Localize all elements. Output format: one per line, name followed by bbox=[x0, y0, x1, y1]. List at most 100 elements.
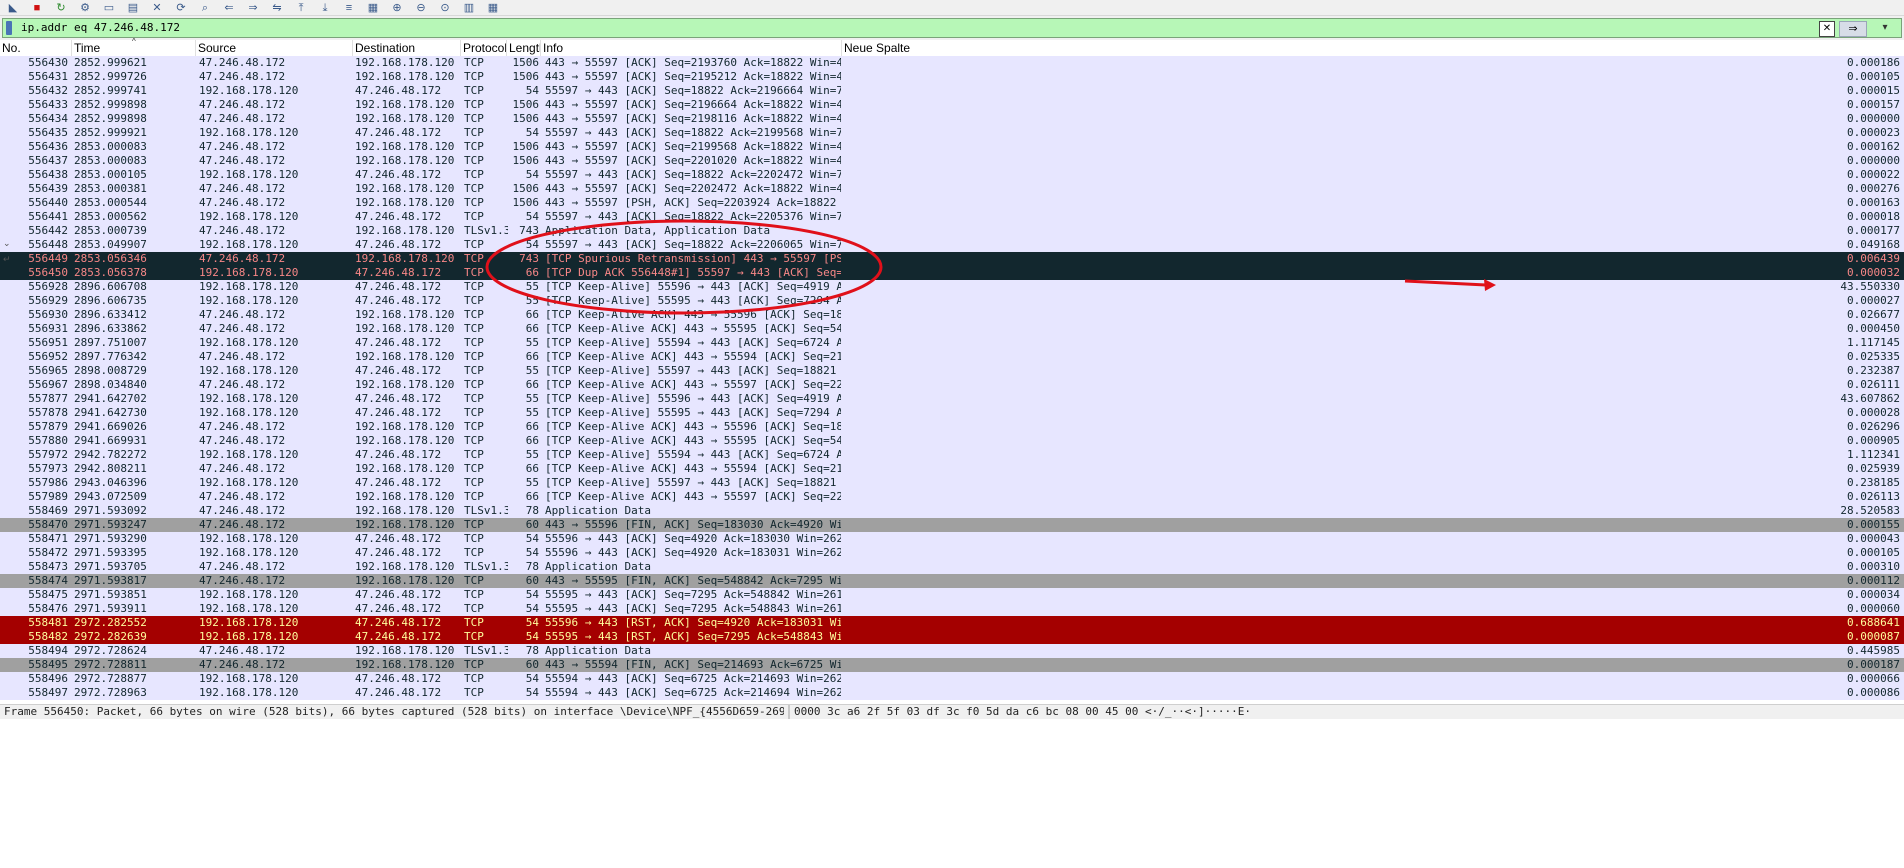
column-header-neue-spalte[interactable]: Neue Spalte bbox=[842, 40, 1904, 56]
first-icon[interactable]: ⤒ bbox=[292, 1, 310, 15]
packet-row[interactable]: 556433 2852.999898 47.246.48.172 192.168.17… bbox=[0, 98, 1904, 112]
packet-row[interactable]: 557972 2942.782272 192.168.178.120 47.246.4… bbox=[0, 448, 1904, 462]
column-header-source[interactable]: Source bbox=[196, 40, 353, 56]
layout-icon[interactable]: ▦ bbox=[484, 1, 502, 15]
open-icon[interactable]: ▭ bbox=[100, 1, 118, 15]
packet-row[interactable]: 556431 2852.999726 47.246.48.172 192.168.17… bbox=[0, 70, 1904, 84]
packet-row[interactable]: 556450 2853.056378 192.168.178.120 47.246.4… bbox=[0, 266, 1904, 280]
sort-ascending-icon: ^ bbox=[132, 37, 136, 46]
colorize-icon[interactable]: ▦ bbox=[364, 1, 382, 15]
restart-icon[interactable]: ↻ bbox=[52, 1, 70, 15]
cell-length: 66 bbox=[525, 420, 539, 433]
column-header-no[interactable]: No. bbox=[0, 40, 72, 56]
cell-time: 2971.593395 bbox=[74, 546, 147, 559]
packet-row[interactable]: 558475 2971.593851 192.168.178.120 47.246.4… bbox=[0, 588, 1904, 602]
autoscroll-icon[interactable]: ≡ bbox=[340, 1, 358, 15]
zoom-reset-icon[interactable]: ⊙ bbox=[436, 1, 454, 15]
close-file-icon[interactable]: ✕ bbox=[148, 1, 166, 15]
display-filter-text[interactable]: ip.addr eq 47.246.48.172 bbox=[21, 21, 180, 35]
packet-row[interactable]: 558473 2971.593705 47.246.48.172 192.168.17… bbox=[0, 560, 1904, 574]
packet-row[interactable]: 558495 2972.728811 47.246.48.172 192.168.17… bbox=[0, 658, 1904, 672]
packet-row[interactable]: 558496 2972.728877 192.168.178.120 47.246.4… bbox=[0, 672, 1904, 686]
packet-row[interactable]: 556965 2898.008729 192.168.178.120 47.246.4… bbox=[0, 364, 1904, 378]
packet-row[interactable]: 556438 2853.000105 192.168.178.120 47.246.4… bbox=[0, 168, 1904, 182]
zoom-out-icon[interactable]: ⊖ bbox=[412, 1, 430, 15]
packet-row[interactable]: 556439 2853.000381 47.246.48.172 192.168.17… bbox=[0, 182, 1904, 196]
reload-icon[interactable]: ⟳ bbox=[172, 1, 190, 15]
cell-destination: 47.246.48.172 bbox=[355, 602, 442, 615]
cell-length: 54 bbox=[525, 616, 539, 629]
save-icon[interactable]: ▤ bbox=[124, 1, 142, 15]
packet-row[interactable]: 558474 2971.593817 47.246.48.172 192.168.17… bbox=[0, 574, 1904, 588]
zoom-in-icon[interactable]: ⊕ bbox=[388, 1, 406, 15]
packet-row[interactable]: 556442 2853.000739 47.246.48.172 192.168.17… bbox=[0, 224, 1904, 238]
packet-row[interactable]: 556929 2896.606735 192.168.178.120 47.246.4… bbox=[0, 294, 1904, 308]
cell-no: 556431 bbox=[28, 70, 68, 83]
packet-row[interactable]: 556441 2853.000562 192.168.178.120 47.246.4… bbox=[0, 210, 1904, 224]
packet-row[interactable]: 556434 2852.999898 47.246.48.172 192.168.17… bbox=[0, 112, 1904, 126]
packet-row[interactable]: 558471 2971.593290 192.168.178.120 47.246.4… bbox=[0, 532, 1904, 546]
cell-protocol: TCP bbox=[464, 112, 484, 125]
filter-bookmark-icon[interactable] bbox=[6, 21, 12, 35]
cell-length: 54 bbox=[525, 588, 539, 601]
packet-row[interactable]: 556951 2897.751007 192.168.178.120 47.246.4… bbox=[0, 336, 1904, 350]
packet-row[interactable]: 557880 2941.669931 47.246.48.172 192.168.17… bbox=[0, 434, 1904, 448]
shark-fin-icon[interactable]: ◣ bbox=[4, 1, 22, 15]
packet-row[interactable]: 558469 2971.593092 47.246.48.172 192.168.17… bbox=[0, 504, 1904, 518]
forward-icon[interactable]: ⇒ bbox=[244, 1, 262, 15]
last-icon[interactable]: ⤓ bbox=[316, 1, 334, 15]
packet-row[interactable]: 557986 2943.046396 192.168.178.120 47.246.4… bbox=[0, 476, 1904, 490]
column-header-destination[interactable]: Destination bbox=[353, 40, 461, 56]
cell-time: 2972.728811 bbox=[74, 658, 147, 671]
goto-icon[interactable]: ⇋ bbox=[268, 1, 286, 15]
cell-info: 55597 → 443 [ACK] Seq=18822 Ack=2205376 … bbox=[545, 210, 841, 223]
packet-row[interactable]: 556967 2898.034840 47.246.48.172 192.168.17… bbox=[0, 378, 1904, 392]
clear-filter-icon[interactable]: ✕ bbox=[1819, 21, 1835, 37]
packet-row[interactable]: 558482 2972.282639 192.168.178.120 47.246.4… bbox=[0, 630, 1904, 644]
filter-history-dropdown-icon[interactable]: ▾ bbox=[1875, 21, 1895, 35]
cell-neue-spalte: 0.000018 bbox=[1847, 210, 1900, 223]
stop-icon[interactable]: ■ bbox=[28, 1, 46, 15]
packet-row[interactable]: 557879 2941.669026 47.246.48.172 192.168.17… bbox=[0, 420, 1904, 434]
packet-row[interactable]: 556436 2853.000083 47.246.48.172 192.168.17… bbox=[0, 140, 1904, 154]
packet-row[interactable]: 556432 2852.999741 192.168.178.120 47.246.4… bbox=[0, 84, 1904, 98]
packet-row[interactable]: 558497 2972.728963 192.168.178.120 47.246.4… bbox=[0, 686, 1904, 700]
packet-row[interactable]: 556440 2853.000544 47.246.48.172 192.168.17… bbox=[0, 196, 1904, 210]
column-header-info[interactable]: Info bbox=[541, 40, 842, 56]
cell-source: 192.168.178.120 bbox=[199, 602, 299, 615]
packet-row[interactable]: 557989 2943.072509 47.246.48.172 192.168.17… bbox=[0, 490, 1904, 504]
find-icon[interactable]: ⌕ bbox=[196, 1, 214, 15]
cell-protocol: TCP bbox=[464, 686, 484, 699]
options-icon[interactable]: ⚙ bbox=[76, 1, 94, 15]
packet-row[interactable]: 558494 2972.728624 47.246.48.172 192.168.17… bbox=[0, 644, 1904, 658]
cell-no: 556435 bbox=[28, 126, 68, 139]
packet-row[interactable]: 558472 2971.593395 192.168.178.120 47.246.4… bbox=[0, 546, 1904, 560]
packet-row[interactable]: 558476 2971.593911 192.168.178.120 47.246.4… bbox=[0, 602, 1904, 616]
pane-splitter[interactable] bbox=[788, 705, 790, 719]
cell-source: 47.246.48.172 bbox=[199, 560, 286, 573]
packet-row[interactable]: 558481 2972.282552 192.168.178.120 47.246.4… bbox=[0, 616, 1904, 630]
back-icon[interactable]: ⇐ bbox=[220, 1, 238, 15]
packet-row[interactable]: 557973 2942.808211 47.246.48.172 192.168.17… bbox=[0, 462, 1904, 476]
packet-row[interactable]: 557878 2941.642730 192.168.178.120 47.246.4… bbox=[0, 406, 1904, 420]
packet-list-header: No. Time ^ Source Destination Protocol L… bbox=[0, 37, 1904, 57]
packet-row[interactable]: 556437 2853.000083 47.246.48.172 192.168.17… bbox=[0, 154, 1904, 168]
apply-filter-button[interactable]: ⇒ bbox=[1839, 21, 1867, 37]
packet-row[interactable]: 556448 2853.049907 192.168.178.120 47.246.4… bbox=[0, 238, 1904, 252]
packet-row[interactable]: 558470 2971.593247 47.246.48.172 192.168.17… bbox=[0, 518, 1904, 532]
packet-row[interactable]: 556928 2896.606708 192.168.178.120 47.246.4… bbox=[0, 280, 1904, 294]
packet-row[interactable]: 556931 2896.633862 47.246.48.172 192.168.17… bbox=[0, 322, 1904, 336]
column-header-protocol[interactable]: Protocol bbox=[461, 40, 507, 56]
cell-info: 55595 → 443 [ACK] Seq=7295 Ack=548842 Wi… bbox=[545, 588, 841, 601]
display-filter-input[interactable]: ip.addr eq 47.246.48.172 ✕ ⇒ ▾ bbox=[2, 18, 1902, 38]
packet-row[interactable]: 556435 2852.999921 192.168.178.120 47.246.4… bbox=[0, 126, 1904, 140]
cell-protocol: TCP bbox=[464, 434, 484, 447]
resize-columns-icon[interactable]: ▥ bbox=[460, 1, 478, 15]
packet-row[interactable]: 556952 2897.776342 47.246.48.172 192.168.17… bbox=[0, 350, 1904, 364]
packet-row[interactable]: 556930 2896.633412 47.246.48.172 192.168.17… bbox=[0, 308, 1904, 322]
packet-row[interactable]: 557877 2941.642702 192.168.178.120 47.246.4… bbox=[0, 392, 1904, 406]
packet-row[interactable]: 556449 2853.056346 47.246.48.172 192.168.17… bbox=[0, 252, 1904, 266]
column-header-length[interactable]: Length bbox=[507, 40, 541, 56]
packet-row[interactable]: 556430 2852.999621 47.246.48.172 192.168.17… bbox=[0, 56, 1904, 70]
packet-list[interactable]: 556430 2852.999621 47.246.48.172 192.168.17… bbox=[0, 56, 1904, 700]
